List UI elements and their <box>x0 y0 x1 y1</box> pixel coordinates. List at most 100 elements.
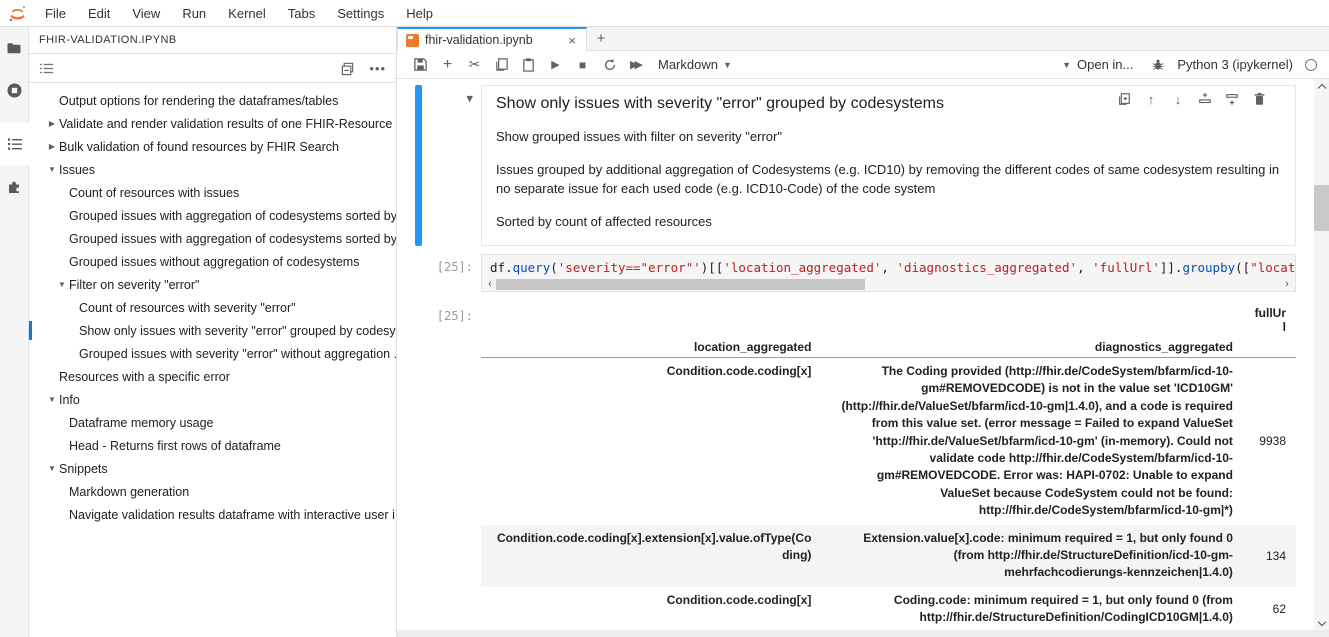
save-icon[interactable] <box>407 53 434 77</box>
toc-item[interactable]: ▼Filter on severity "error" <box>29 273 396 296</box>
code-editor[interactable]: df.query('severity=="error"')[['location… <box>481 254 1296 292</box>
selected-cell-bar[interactable] <box>415 85 422 246</box>
open-in-label: Open in... <box>1077 57 1133 72</box>
kernel-status-icon[interactable] <box>1305 59 1317 71</box>
heading-collapser-icon[interactable]: ▼ <box>466 92 473 105</box>
toc-item[interactable]: Count of resources with severity "error" <box>29 296 396 319</box>
move-cell-down-icon[interactable]: ↓ <box>1169 90 1187 108</box>
toc-item[interactable]: Grouped issues without aggregation of co… <box>29 250 396 273</box>
markdown-paragraph: Show grouped issues with filter on sever… <box>496 127 1281 147</box>
empty-header-cell <box>1243 337 1296 358</box>
output-cell: [25]: fullUrl <box>415 303 1296 630</box>
scrollbar-thumb[interactable] <box>496 279 865 290</box>
toc-item[interactable]: Head - Returns first rows of dataframe <box>29 434 396 457</box>
notebook-content: ▼ Show only issues with severity "error"… <box>397 79 1329 630</box>
toc-item[interactable]: Grouped issues with aggregation of codes… <box>29 227 396 250</box>
cut-cells-icon[interactable]: ✂ <box>461 53 488 77</box>
toc-item-label: Count of resources with severity "error" <box>79 301 296 315</box>
chevron-right-icon[interactable]: ▶ <box>45 142 59 151</box>
extensions-icon[interactable] <box>0 165 28 207</box>
scrollbar-thumb[interactable] <box>1314 185 1329 231</box>
toc-item-label: Output options for rendering the datafra… <box>59 94 338 108</box>
markdown-cell[interactable]: ▼ Show only issues with severity "error"… <box>415 85 1296 246</box>
scroll-down-icon[interactable] <box>1314 616 1329 630</box>
toc-list-icon[interactable] <box>39 61 54 76</box>
table-row: Condition.code.coding[x]Coding.code: min… <box>481 587 1296 630</box>
toc-item[interactable]: Count of resources with issues <box>29 181 396 204</box>
more-options-icon[interactable]: ••• <box>369 61 386 76</box>
menu-run[interactable]: Run <box>171 0 217 26</box>
code-horizontal-scrollbar[interactable]: ‹ › <box>482 278 1295 291</box>
insert-cell-below-icon[interactable] <box>1223 90 1241 108</box>
toc-item-label: Grouped issues with severity "error" wit… <box>79 347 396 361</box>
toc-item[interactable]: Grouped issues with aggregation of codes… <box>29 204 396 227</box>
toc-item[interactable]: ▼Issues <box>29 158 396 181</box>
menu-tabs[interactable]: Tabs <box>277 0 326 26</box>
chevron-down-icon[interactable]: ▼ <box>45 395 59 404</box>
scroll-up-icon[interactable] <box>1314 79 1329 93</box>
debugger-bug-icon[interactable] <box>1151 58 1165 72</box>
toc-item[interactable]: Grouped issues with severity "error" wit… <box>29 342 396 365</box>
tab-close-icon[interactable]: × <box>566 33 578 48</box>
file-browser-icon[interactable] <box>0 27 28 69</box>
toc-item[interactable]: ▶Validate and render validation results … <box>29 112 396 135</box>
tab-fhir-validation[interactable]: fhir-validation.ipynb × <box>397 27 587 51</box>
code-token: 'fullUrl' <box>1092 260 1160 275</box>
kernel-name[interactable]: Python 3 (ipykernel) <box>1175 57 1295 72</box>
toc-item[interactable]: Dataframe memory usage <box>29 411 396 434</box>
toc-item-label: Grouped issues without aggregation of co… <box>69 255 359 269</box>
insert-cell-above-icon[interactable] <box>1196 90 1214 108</box>
vertical-scrollbar[interactable] <box>1314 79 1329 630</box>
menu-help[interactable]: Help <box>395 0 444 26</box>
notebook-file-icon <box>406 34 419 47</box>
notebook-toolbar: + ✂ ▶ ■ <box>397 51 1329 79</box>
toc-item[interactable]: Output options for rendering the datafra… <box>29 89 396 112</box>
interrupt-kernel-icon[interactable]: ■ <box>569 53 596 77</box>
restart-kernel-icon[interactable] <box>596 53 623 77</box>
jupyterlab-window: File Edit View Run Kernel Tabs Settings … <box>0 0 1329 637</box>
menu-edit[interactable]: Edit <box>77 0 121 26</box>
input-prompt: [25]: <box>415 254 481 292</box>
toc-item-label: Resources with a specific error <box>59 370 230 384</box>
fullurl-count-cell: 62 <box>1243 587 1296 630</box>
code-cell[interactable]: [25]: df.query('severity=="error"')[['lo… <box>415 254 1296 292</box>
menu-kernel[interactable]: Kernel <box>217 0 277 26</box>
restart-run-all-icon[interactable]: ▶▶ <box>623 53 650 77</box>
running-kernels-icon[interactable] <box>0 69 28 111</box>
code-token: query <box>513 260 551 275</box>
toc-item[interactable]: Resources with a specific error <box>29 365 396 388</box>
code-token: , <box>881 260 896 275</box>
cell-type-dropdown[interactable]: Markdown ▼ <box>650 57 740 72</box>
diagnostics-aggregated-cell: The Coding provided (http://fhir.de/Code… <box>821 358 1243 525</box>
toc-item[interactable]: ▼Info <box>29 388 396 411</box>
menu-settings[interactable]: Settings <box>326 0 395 26</box>
table-of-contents-icon[interactable] <box>0 123 29 165</box>
table-index-header-row: location_aggregated diagnostics_aggregat… <box>481 337 1296 358</box>
scroll-left-icon[interactable]: ‹ <box>484 278 496 291</box>
copy-cells-icon[interactable] <box>488 53 515 77</box>
delete-cell-icon[interactable] <box>1250 90 1268 108</box>
chevron-down-icon[interactable]: ▼ <box>45 165 59 174</box>
toc-item-label: Markdown generation <box>69 485 189 499</box>
toc-item[interactable]: Markdown generation <box>29 480 396 503</box>
run-cell-icon[interactable]: ▶ <box>542 53 569 77</box>
menu-file[interactable]: File <box>34 0 77 26</box>
collapse-all-icon[interactable] <box>340 61 355 76</box>
toc-item[interactable]: ▼Snippets <box>29 457 396 480</box>
new-tab-button[interactable]: + <box>587 27 615 50</box>
move-cell-up-icon[interactable]: ↑ <box>1142 90 1160 108</box>
scroll-right-icon[interactable]: › <box>1281 278 1293 291</box>
paste-cells-icon[interactable] <box>515 53 542 77</box>
toc-item-label: Navigate validation results dataframe wi… <box>69 508 396 522</box>
toc-toolbar: ••• <box>29 54 396 83</box>
toc-item[interactable]: ▶Bulk validation of found resources by F… <box>29 135 396 158</box>
menu-view[interactable]: View <box>121 0 171 26</box>
toc-item[interactable]: Navigate validation results dataframe wi… <box>29 503 396 526</box>
open-in-dropdown[interactable]: ▼ Open in... <box>1054 57 1141 72</box>
chevron-right-icon[interactable]: ▶ <box>45 119 59 128</box>
duplicate-cell-icon[interactable] <box>1115 90 1133 108</box>
chevron-down-icon[interactable]: ▼ <box>45 464 59 473</box>
insert-cell-icon[interactable]: + <box>434 53 461 77</box>
toc-item[interactable]: Show only issues with severity "error" g… <box>29 319 396 342</box>
chevron-down-icon[interactable]: ▼ <box>55 280 69 289</box>
